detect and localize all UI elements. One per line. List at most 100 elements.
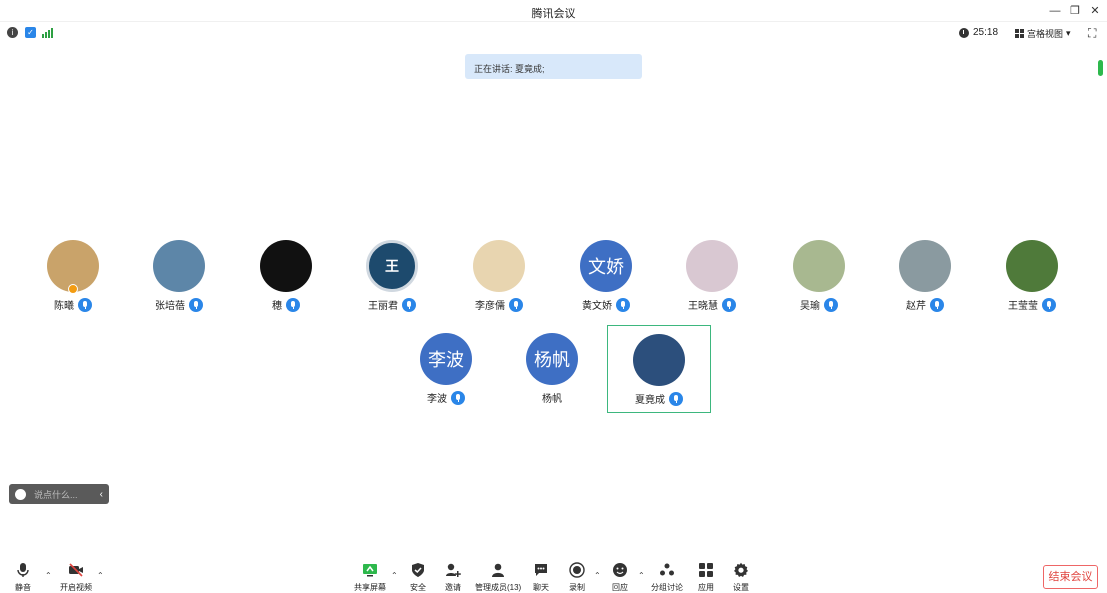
security-button[interactable]: 安全 bbox=[398, 562, 438, 593]
participant-name: 李波 bbox=[427, 394, 447, 405]
collapse-chevron-icon[interactable]: ‹ bbox=[100, 489, 103, 500]
participant-tile[interactable]: 杨帆 杨帆 bbox=[500, 325, 604, 413]
settings-label: 设置 bbox=[733, 583, 749, 592]
apps-icon bbox=[698, 562, 714, 578]
scroll-thumb[interactable] bbox=[1098, 60, 1103, 76]
end-meeting-button[interactable]: 结束会议 bbox=[1043, 565, 1098, 589]
record-button[interactable]: 录制 bbox=[557, 562, 597, 593]
participant-tile[interactable]: 李彦儒 bbox=[447, 232, 551, 320]
chat-button[interactable]: 聊天 bbox=[521, 562, 561, 593]
grid-view-icon bbox=[1015, 29, 1024, 38]
participant-tile[interactable]: 李波 李波 bbox=[394, 325, 498, 413]
participant-avatar bbox=[260, 240, 312, 292]
participant-name: 王丽君 bbox=[368, 301, 398, 312]
chat-label: 聊天 bbox=[533, 583, 549, 592]
participant-name-row: 黄文娇 bbox=[554, 297, 658, 312]
participant-name-row: 陈曦 bbox=[21, 297, 125, 312]
react-button[interactable]: 回应 bbox=[600, 562, 640, 593]
signal-icon[interactable] bbox=[42, 27, 54, 38]
microphone-status-icon bbox=[451, 390, 465, 405]
breakout-button[interactable]: 分组讨论 bbox=[647, 562, 687, 593]
close-icon[interactable]: ✕ bbox=[1087, 3, 1103, 19]
shield-icon[interactable]: ✓ bbox=[25, 27, 36, 38]
scrollbar[interactable] bbox=[1098, 32, 1104, 76]
gear-icon bbox=[733, 562, 749, 578]
info-icon[interactable]: i bbox=[7, 27, 18, 38]
manage-members-button[interactable]: 管理成员(13) bbox=[475, 562, 521, 593]
participant-name-row: 李波 bbox=[394, 390, 498, 405]
participant-tile[interactable]: 吴瑜 bbox=[767, 232, 871, 320]
share-screen-button[interactable]: 共享屏幕 bbox=[350, 562, 390, 593]
microphone-status-icon bbox=[669, 391, 683, 406]
minimize-icon[interactable]: — bbox=[1047, 3, 1063, 19]
participant-avatar bbox=[686, 240, 738, 292]
meeting-timer: 25:18 bbox=[959, 27, 998, 38]
caret-down-icon: ▾ bbox=[1066, 28, 1071, 38]
clock-icon bbox=[959, 27, 969, 38]
participant-avatar: 杨帆 bbox=[526, 333, 578, 385]
microphone-status-icon bbox=[509, 297, 523, 312]
react-options-caret-icon[interactable]: ⌃ bbox=[638, 571, 645, 580]
participant-name-row: 王丽君 bbox=[340, 297, 444, 312]
chat-placeholder: 说点什么... bbox=[34, 489, 78, 500]
invite-label: 邀请 bbox=[445, 583, 461, 592]
participant-tile[interactable]: 王莹莹 bbox=[980, 232, 1084, 320]
security-label: 安全 bbox=[410, 583, 426, 592]
mute-button[interactable]: 静音 bbox=[3, 562, 43, 593]
view-mode-dropdown[interactable]: 宫格视图 ▾ bbox=[1015, 27, 1071, 40]
participant-tile[interactable]: 夏竟成 bbox=[607, 325, 711, 413]
share-screen-icon bbox=[362, 562, 378, 578]
emoji-icon[interactable] bbox=[15, 488, 26, 500]
participant-name: 穗 bbox=[272, 301, 282, 312]
react-label: 回应 bbox=[612, 583, 628, 592]
participant-tile[interactable]: 赵芹 bbox=[873, 232, 977, 320]
members-icon bbox=[490, 562, 506, 578]
mute-options-caret-icon[interactable]: ⌃ bbox=[45, 571, 52, 580]
participant-name: 陈曦 bbox=[54, 301, 74, 312]
microphone-status-icon bbox=[930, 297, 944, 312]
participant-name: 吴瑜 bbox=[800, 301, 820, 312]
participant-name-row: 吴瑜 bbox=[767, 297, 871, 312]
participant-tile[interactable]: 王王丽君 bbox=[340, 232, 444, 320]
avatar-text: 王 bbox=[385, 258, 399, 274]
restore-icon[interactable]: ❐ bbox=[1067, 3, 1083, 19]
participant-name: 张培蓓 bbox=[155, 301, 185, 312]
participant-tile[interactable]: 文娇 黄文娇 bbox=[554, 232, 658, 320]
participant-name-row: 张培蓓 bbox=[127, 297, 231, 312]
fullscreen-icon[interactable]: ⛶ bbox=[1088, 26, 1096, 41]
microphone-status-icon bbox=[402, 297, 416, 312]
participant-name: 王莹莹 bbox=[1008, 301, 1038, 312]
participant-tile[interactable]: 王晓慧 bbox=[660, 232, 764, 320]
timer-value: 25:18 bbox=[973, 27, 999, 38]
avatar-text: 文娇 bbox=[588, 257, 624, 277]
participant-tile[interactable]: 陈曦 bbox=[21, 232, 125, 320]
mute-label: 静音 bbox=[15, 583, 31, 592]
view-mode-label: 宫格视图 bbox=[1027, 29, 1064, 39]
settings-button[interactable]: 设置 bbox=[721, 562, 761, 593]
participant-tile[interactable]: 张培蓓 bbox=[127, 232, 231, 320]
invite-button[interactable]: 邀请 bbox=[433, 562, 473, 593]
start-video-button[interactable]: 开启视频 bbox=[56, 562, 96, 593]
microphone-status-icon bbox=[189, 297, 203, 312]
speaking-indicator: 正在讲话: 夏竟成; bbox=[465, 54, 642, 79]
participant-tile[interactable]: 穗 bbox=[234, 232, 338, 320]
video-options-caret-icon[interactable]: ⌃ bbox=[97, 571, 104, 580]
host-badge-icon bbox=[68, 284, 78, 294]
participant-name: 夏竟成 bbox=[635, 395, 665, 406]
microphone-status-icon bbox=[78, 297, 92, 312]
microphone-status-icon bbox=[722, 297, 736, 312]
apps-button[interactable]: 应用 bbox=[686, 562, 726, 593]
avatar-text: 李波 bbox=[428, 350, 464, 370]
microphone-status-icon bbox=[1042, 297, 1056, 312]
chat-input-bubble[interactable]: 说点什么... ‹ bbox=[9, 484, 109, 504]
microphone-status-icon bbox=[616, 297, 630, 312]
participant-name-row: 穗 bbox=[234, 297, 338, 312]
chat-icon bbox=[533, 562, 549, 578]
manage-members-label: 管理成员(13) bbox=[475, 583, 522, 592]
record-icon bbox=[569, 562, 585, 578]
window-title: 腾讯会议 bbox=[531, 8, 576, 20]
record-label: 录制 bbox=[569, 583, 585, 592]
participant-avatar: 文娇 bbox=[580, 240, 632, 292]
avatar-text: 杨帆 bbox=[534, 350, 570, 370]
share-options-caret-icon[interactable]: ⌃ bbox=[391, 571, 398, 580]
